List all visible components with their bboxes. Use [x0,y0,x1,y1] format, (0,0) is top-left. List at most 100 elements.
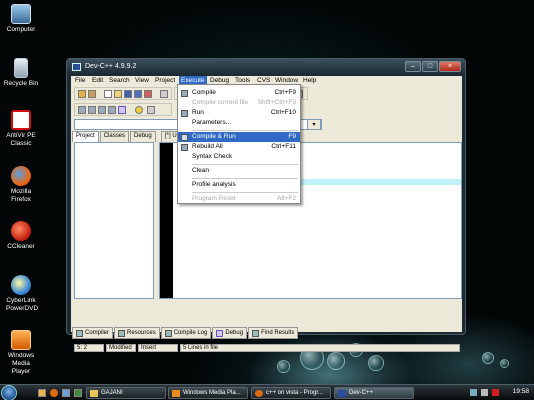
desktop-icon-firefox[interactable]: Mozilla Firefox [0,166,42,204]
menu-item-syntax-check[interactable]: Syntax Check [178,152,300,162]
tab-classes[interactable]: Classes [99,131,130,142]
tray-network-icon[interactable] [470,389,477,396]
desktop-icon-label: AntiVir PE Classic [6,132,36,147]
tab-project[interactable]: Project [72,131,99,142]
about-icon[interactable] [147,106,155,114]
menu-separator [192,178,298,179]
tab-label: Debug [225,330,244,336]
open-file-icon[interactable] [114,90,122,98]
window-title: Dev-C++ 4.9.9.2 [85,63,137,70]
taskbar-button-label: Windows Media Pla... [183,390,241,396]
desktop-icon-label: Mozilla Firefox [10,188,32,203]
tab-find-results[interactable]: Find Results [248,327,299,339]
save-all-icon[interactable] [134,90,142,98]
menu-item-program-reset: Program Reset Alt+F2 [178,194,300,204]
desktop-icon-label: CCleaner [7,243,35,250]
new-file-icon[interactable] [104,90,112,98]
find-results-icon [252,330,260,337]
menu-project[interactable]: Project [155,77,175,84]
tray-antivirus-icon[interactable] [492,389,499,396]
new-project-icon[interactable] [78,90,86,98]
function-dropdown[interactable]: ▾ [307,119,321,130]
start-button[interactable] [1,385,17,400]
run-icon [181,110,188,117]
tab-debug[interactable]: Debug [130,131,156,142]
tab-label: Compile Log [173,330,208,336]
menu-file[interactable]: File [75,77,85,84]
menu-search[interactable]: Search [109,77,130,84]
status-position: 5: 2 [74,344,104,352]
wallpaper-bubble [368,355,384,371]
menu-item-rebuild-all[interactable]: Rebuild All Ctrl+F11 [178,142,300,152]
menu-window[interactable]: Window [275,77,298,84]
taskbar-button-label: c++ on vista - Progr... [266,390,324,396]
quick-launch-icon[interactable] [50,389,58,397]
menu-item-shortcut: Ctrl+F9 [274,89,297,96]
quick-launch-icon[interactable] [38,389,46,397]
powerdvd-icon [11,275,31,295]
close-button[interactable]: × [439,61,461,72]
help-icon[interactable] [135,106,143,114]
rebuild-icon [181,144,188,151]
compile-run-icon[interactable] [98,106,106,114]
close-file-icon[interactable] [144,90,152,98]
menu-edit[interactable]: Edit [92,77,103,84]
tray-volume-icon[interactable] [481,389,488,396]
tab-compiler[interactable]: Compiler [72,327,114,339]
quick-launch-icon[interactable] [74,389,82,397]
menu-item-profile-analysis[interactable]: Profile analysis [178,180,300,190]
checkmark-icon[interactable] [118,106,126,114]
quick-launch-icon[interactable] [62,389,70,397]
menu-item-shortcut: Ctrl+F11 [271,143,296,150]
tab-debug-output[interactable]: Debug [212,327,248,339]
menu-tools[interactable]: Tools [235,77,250,84]
desktop-icon-ccleaner[interactable]: CCleaner [0,221,42,251]
run-button-icon[interactable] [88,106,96,114]
status-modified: Modified [106,344,136,352]
taskbar-button-label: GAJANI [101,390,123,396]
firefox-icon [255,390,263,397]
window-titlebar[interactable]: Dev-C++ 4.9.9.2 – □ × [67,59,465,75]
desktop-icon-antivir[interactable]: AntiVir PE Classic [0,110,42,148]
taskbar-button-gajani[interactable]: GAJANI [86,387,166,399]
desktop-icon-recycle-bin[interactable]: Recycle Bin [0,58,42,88]
desktop-icon-media-player[interactable]: Windows Media Player [0,330,42,376]
menu-view[interactable]: View [135,77,149,84]
current-line-highlight [285,179,461,185]
taskbar-button-firefox[interactable]: c++ on vista - Progr... [251,387,331,399]
menu-item-compile-run[interactable]: Compile & Run F9 [178,132,300,142]
antivir-icon [11,110,31,130]
project-tree[interactable] [74,142,154,299]
desktop-icon-powerdvd[interactable]: CyberLink PowerDVD [0,275,42,313]
tab-compile-log[interactable]: Compile Log [160,327,212,339]
tab-resources[interactable]: Resources [114,327,160,339]
menu-item-label: Clean [192,167,209,174]
main-toolbar [74,87,172,100]
devcpp-icon [338,390,346,397]
menu-item-parameters[interactable]: Parameters... [178,118,300,128]
wallpaper-bubble [277,360,290,373]
menu-item-label: Rebuild All [192,143,223,150]
execute-menu: Compile Ctrl+F9 Compile current file Shi… [177,84,301,204]
desktop-icon-label: Windows Media Player [7,352,35,375]
taskbar-button-devcpp[interactable]: Dev-C++ [334,387,414,399]
print-icon[interactable] [160,90,168,98]
open-project-icon[interactable] [88,90,96,98]
ccleaner-icon [11,221,31,241]
menu-item-label: Compile [192,89,216,96]
rebuild-icon[interactable] [108,106,116,114]
compiler-icon [76,330,83,337]
menu-debug[interactable]: Debug [210,77,229,84]
save-icon[interactable] [124,90,132,98]
maximize-button[interactable]: □ [422,61,438,72]
menu-item-run[interactable]: Run Ctrl+F10 [178,108,300,118]
menu-item-compile[interactable]: Compile Ctrl+F9 [178,88,300,98]
menu-item-clean[interactable]: Clean [178,166,300,176]
taskbar-button-media-player[interactable]: Windows Media Pla... [168,387,248,399]
desktop-icon-computer[interactable]: Computer [0,4,42,34]
minimize-button[interactable]: – [405,61,421,72]
compile-button-icon[interactable] [78,106,86,114]
taskbar-clock[interactable]: 19:58 [513,388,529,395]
menu-cvs[interactable]: CVS [257,77,270,84]
menu-help[interactable]: Help [303,77,316,84]
